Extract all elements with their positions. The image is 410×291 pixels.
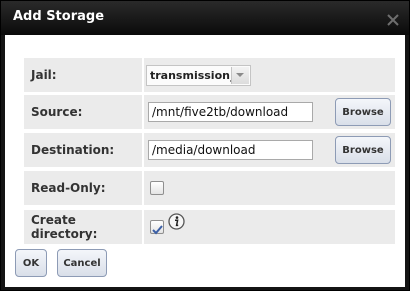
- destination-value-cell: Browse: [144, 133, 395, 167]
- create-directory-value-cell: [144, 210, 395, 244]
- jail-value-cell: transmission_1: [144, 58, 395, 92]
- jail-label: Jail:: [24, 58, 142, 92]
- create-directory-label: Create directory:: [24, 210, 142, 244]
- source-input[interactable]: [148, 102, 313, 122]
- readonly-value-cell: [144, 171, 395, 205]
- jail-select-value: transmission_1: [150, 69, 244, 82]
- destination-label: Destination:: [24, 133, 142, 167]
- dialog-titlebar[interactable]: Add Storage: [1, 1, 409, 35]
- readonly-checkbox[interactable]: [150, 181, 164, 195]
- info-icon[interactable]: [168, 213, 185, 230]
- destination-input[interactable]: [148, 140, 313, 160]
- checkmark-icon: [152, 225, 163, 235]
- source-value-cell: Browse: [144, 95, 395, 129]
- add-storage-dialog: Add Storage Jail: transmission_1 Source:: [0, 0, 410, 291]
- source-browse-button[interactable]: Browse: [335, 98, 391, 126]
- dialog-content: Jail: transmission_1 Source: Browse Dest…: [5, 35, 405, 287]
- dialog-title: Add Storage: [13, 9, 105, 24]
- source-label: Source:: [24, 95, 142, 129]
- jail-select[interactable]: transmission_1: [146, 65, 251, 86]
- readonly-label: Read-Only:: [24, 171, 142, 205]
- chevron-down-icon[interactable]: [231, 67, 249, 84]
- close-icon[interactable]: [387, 11, 399, 26]
- ok-button[interactable]: OK: [15, 249, 47, 277]
- create-directory-checkbox[interactable]: [150, 220, 164, 235]
- destination-browse-button[interactable]: Browse: [335, 136, 391, 164]
- cancel-button[interactable]: Cancel: [57, 249, 107, 277]
